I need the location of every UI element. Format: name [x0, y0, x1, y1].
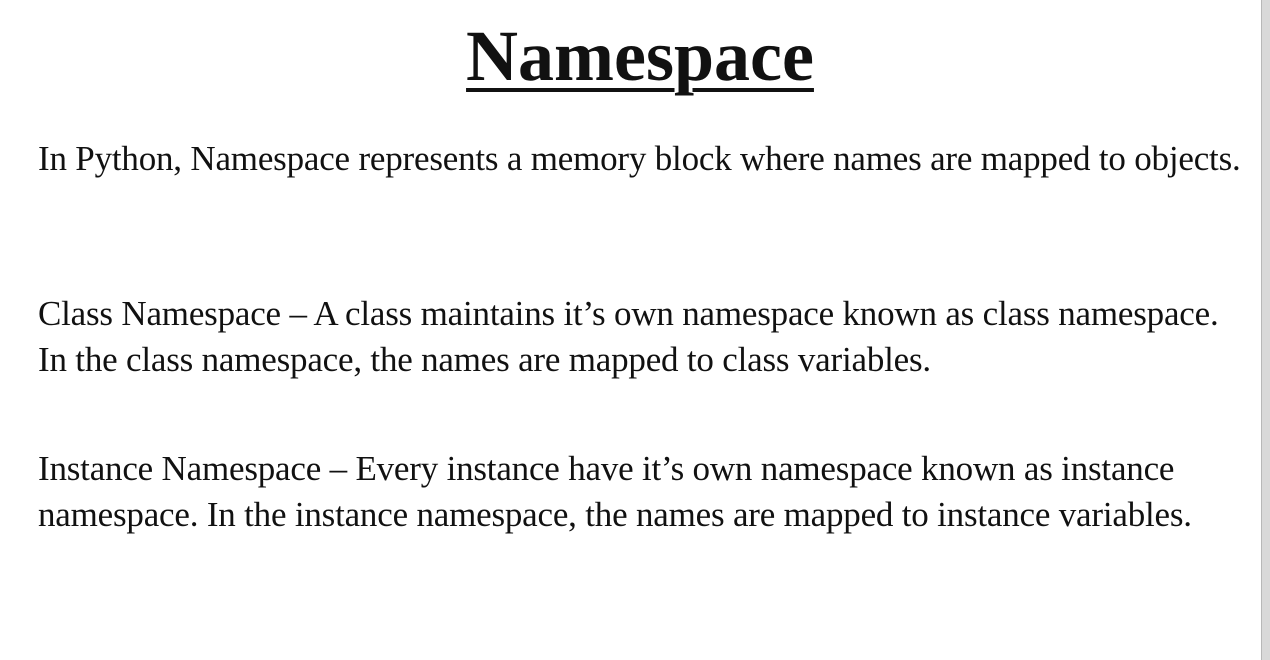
instance-namespace-paragraph: Instance Namespace – Every instance have… [38, 449, 1192, 534]
namespace-definition-paragraph: In Python, Namespace represents a memory… [38, 139, 1241, 178]
slide-title: Namespace [466, 16, 814, 96]
class-namespace-paragraph: Class Namespace – A class maintains it’s… [38, 294, 1219, 379]
window-edge-scrollbar[interactable] [1261, 0, 1270, 660]
slide: Namespace In Python, Namespace represent… [0, 0, 1262, 660]
